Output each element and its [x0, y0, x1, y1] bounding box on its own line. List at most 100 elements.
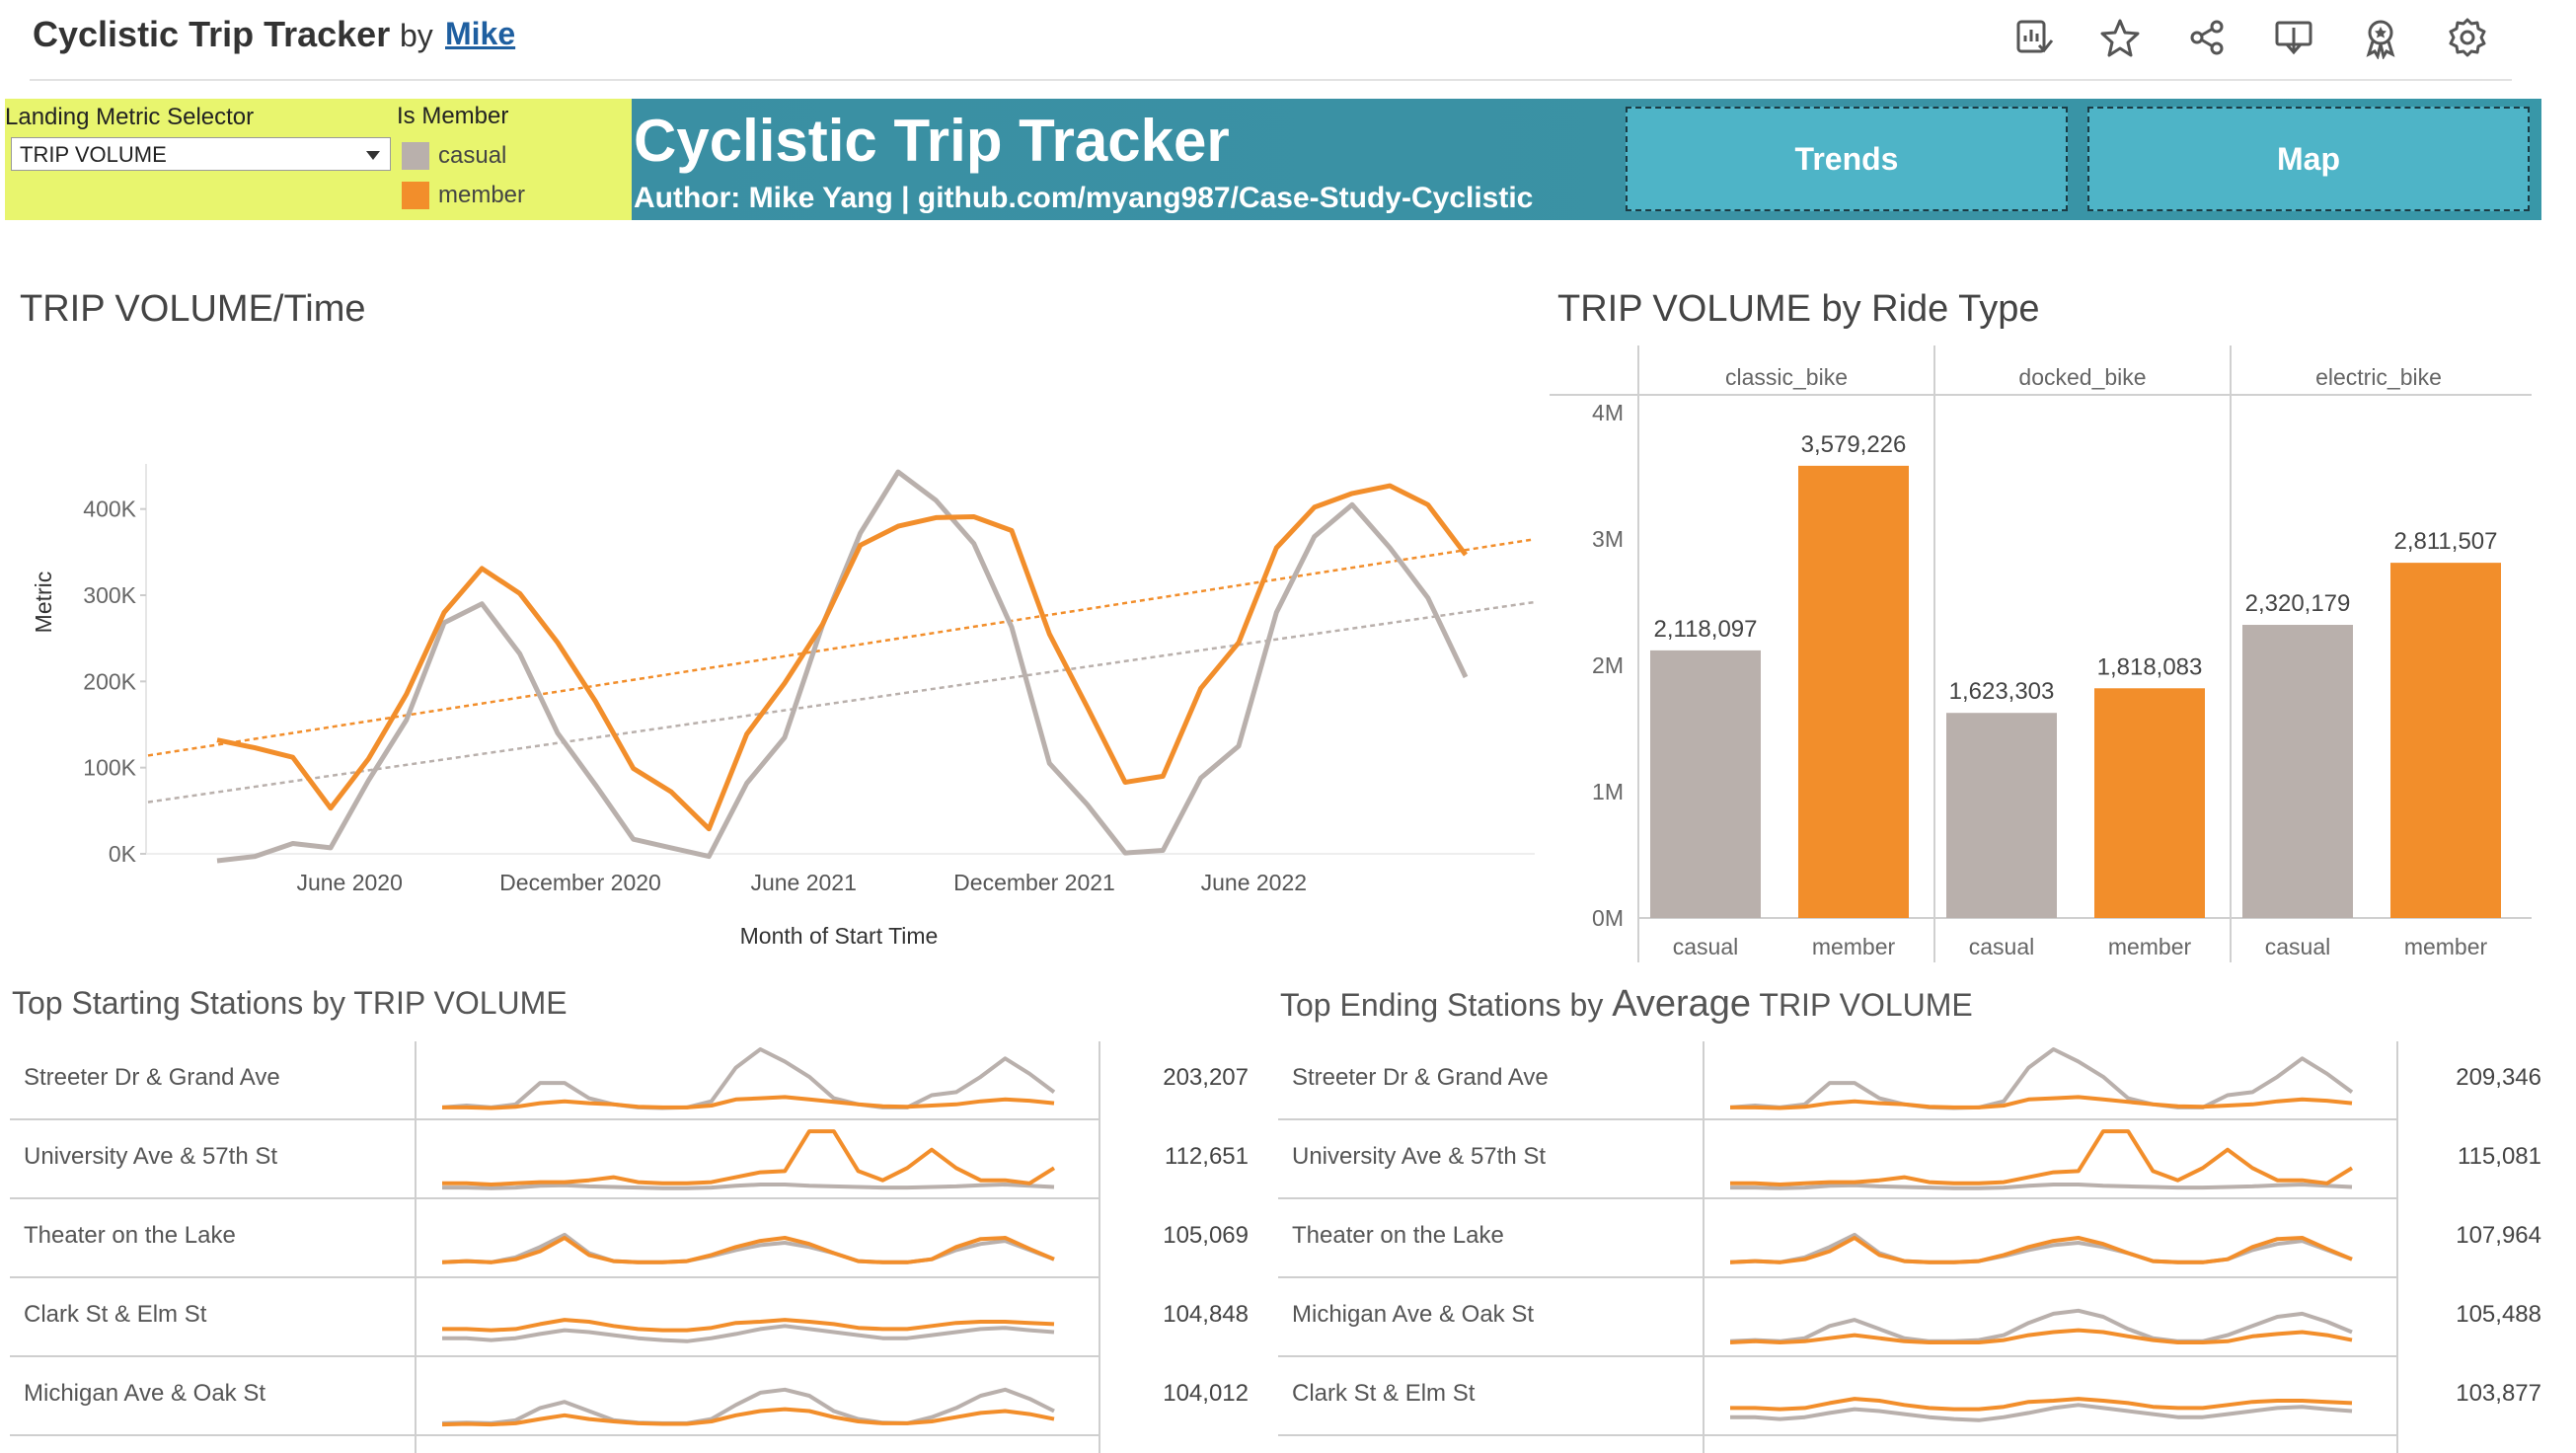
data-guide-icon[interactable]	[2011, 16, 2055, 59]
legend-member-swatch[interactable]	[402, 182, 429, 209]
badge-icon[interactable]	[2359, 16, 2402, 60]
end-title-metric: TRIP VOLUME	[1751, 987, 1973, 1023]
bar-category-label: casual	[1673, 934, 1738, 959]
panel-header-docked_bike: docked_bike	[2018, 364, 2146, 390]
y-tick-label: 100K	[83, 755, 136, 781]
station-name: Michigan Ave & Oak St	[1292, 1301, 1535, 1328]
sparkline-member	[442, 1095, 1055, 1110]
station-sparkline[interactable]	[1730, 1041, 2391, 1120]
author-link[interactable]: Mike	[445, 16, 515, 52]
y-tick-label: 300K	[83, 582, 136, 608]
sparkline-casual	[1730, 1403, 2353, 1422]
bar-category-label: member	[1812, 934, 1896, 959]
x-tick-label: December 2021	[953, 870, 1115, 895]
end-title-prefix: Top Ending Stations by	[1280, 987, 1613, 1023]
line-chart-title: TRIP VOLUME/Time	[20, 288, 366, 330]
sparkline-member	[1730, 1328, 2353, 1344]
station-sparkline[interactable]	[442, 1041, 1094, 1120]
bar-classic_bike-member[interactable]	[1798, 465, 1909, 918]
table-row[interactable]: University Ave & 57th St 112,651	[10, 1120, 1249, 1199]
start-title-prefix: Top Starting Stations by	[12, 985, 354, 1021]
bar-value-label: 3,579,226	[1801, 431, 1907, 458]
station-name: Clark St & Elm St	[24, 1301, 207, 1328]
start-stations-table: Streeter Dr & Grand Ave 203,207 University…	[10, 1041, 1249, 1453]
station-value: 203,207	[1163, 1064, 1249, 1091]
bar-electric_bike-member[interactable]	[2390, 563, 2501, 918]
sparkline-member	[1730, 1397, 2353, 1412]
top-bar: Cyclistic Trip Tracker by Mike	[0, 0, 2576, 81]
station-sparkline[interactable]	[1730, 1199, 2391, 1278]
app-title: Cyclistic Trip Tracker	[33, 14, 391, 54]
station-sparkline[interactable]	[442, 1357, 1094, 1436]
bar-y-tick-label: 1M	[1592, 779, 1624, 804]
station-value: 115,081	[2458, 1143, 2541, 1170]
station-name: University Ave & 57th St	[24, 1143, 278, 1170]
station-value: 103,877	[2456, 1380, 2541, 1407]
ride-type-bar-chart[interactable]: 0M 1M 2M 3M 4M classic_bike 2,118,097 casual 3,5…	[1545, 345, 2541, 967]
bar-electric_bike-casual[interactable]	[2242, 625, 2353, 918]
table-row[interactable]: Streeter Dr & Grand Ave 203,207	[10, 1041, 1249, 1120]
favorite-star-icon[interactable]	[2098, 16, 2142, 59]
station-sparkline[interactable]	[442, 1278, 1094, 1357]
end-title-agg: Average	[1612, 983, 1752, 1025]
bar-y-tick-label: 2M	[1592, 652, 1624, 678]
trip-volume-time-chart[interactable]: 0K 100K 200K 300K 400K Metric June 2020 Decembe…	[0, 336, 1540, 967]
settings-gear-icon[interactable]	[2446, 16, 2489, 59]
legend-casual-label[interactable]: casual	[438, 142, 506, 170]
table-row[interactable]: Michigan Ave & Oak St 104,012	[10, 1357, 1249, 1436]
download-icon[interactable]	[2272, 16, 2315, 59]
bar-docked_bike-casual[interactable]	[1946, 713, 2057, 918]
station-sparkline[interactable]	[442, 1120, 1094, 1199]
sparkline-member	[1730, 1095, 2353, 1110]
metric-selector-dropdown[interactable]: TRIP VOLUME	[11, 137, 391, 171]
chevron-down-icon[interactable]	[366, 151, 380, 160]
sparkline-member	[442, 1318, 1055, 1333]
share-icon[interactable]	[2185, 16, 2229, 59]
table-row[interactable]: Theater on the Lake 105,069	[10, 1199, 1249, 1278]
panel-header-electric_bike: electric_bike	[2315, 364, 2442, 390]
series-line-casual[interactable]	[216, 469, 1469, 864]
metric-selector-value: TRIP VOLUME	[20, 142, 167, 167]
trends-button[interactable]: Trends	[1626, 107, 2068, 211]
row-divider	[1278, 1434, 2396, 1436]
table-row[interactable]: Clark St & Elm St 103,877	[1278, 1357, 2551, 1436]
x-tick-label: June 2020	[296, 870, 402, 895]
filter-panel: Landing Metric Selector TRIP VOLUME Is M…	[5, 99, 632, 220]
table-row[interactable]: Michigan Ave & Oak St 105,488	[1278, 1278, 2551, 1357]
sparkline-member	[442, 1129, 1056, 1186]
end-stations-table: Streeter Dr & Grand Ave 209,346 University…	[1278, 1041, 2551, 1453]
bar-classic_bike-casual[interactable]	[1650, 650, 1761, 918]
banner: Cyclistic Trip Tracker Author: Mike Yang…	[632, 99, 2541, 220]
bar-y-tick-label: 3M	[1592, 526, 1624, 552]
map-button[interactable]: Map	[2087, 107, 2530, 211]
station-name: Theater on the Lake	[24, 1222, 236, 1249]
table-row[interactable]: Theater on the Lake 107,964	[1278, 1199, 2551, 1278]
station-sparkline[interactable]	[1730, 1120, 2391, 1199]
station-sparkline[interactable]	[442, 1199, 1094, 1278]
station-value: 107,964	[2456, 1222, 2541, 1249]
table-row[interactable]: Streeter Dr & Grand Ave 209,346	[1278, 1041, 2551, 1120]
table-row[interactable]: Clark St & Elm St 104,848	[10, 1278, 1249, 1357]
table-row[interactable]: University Ave & 57th St 115,081	[1278, 1120, 2551, 1199]
y-axis-title: Metric	[31, 572, 56, 634]
bar-value-label: 2,118,097	[1654, 616, 1758, 643]
bar-docked_bike-member[interactable]	[2094, 688, 2205, 918]
station-name: Clark St & Elm St	[1292, 1380, 1476, 1407]
bar-y-tick-label: 4M	[1592, 400, 1624, 425]
sparkline-casual	[442, 1183, 1055, 1190]
x-tick-label: June 2022	[1201, 870, 1307, 895]
metric-selector-label: Landing Metric Selector	[5, 104, 255, 130]
series-line-member[interactable]	[216, 483, 1468, 832]
legend-casual-swatch[interactable]	[402, 142, 429, 170]
trend-line-member	[147, 537, 1536, 757]
station-sparkline[interactable]	[1730, 1278, 2391, 1357]
sparkline-member	[1730, 1129, 2354, 1186]
banner-title: Cyclistic Trip Tracker	[634, 108, 1230, 174]
sparkline-casual	[442, 1324, 1055, 1343]
legend-member-label[interactable]: member	[438, 182, 525, 209]
station-sparkline[interactable]	[1730, 1357, 2391, 1436]
station-value: 105,488	[2456, 1301, 2541, 1328]
station-value: 104,012	[1163, 1380, 1249, 1407]
bar-category-label: casual	[1969, 934, 2034, 959]
bar-category-label: member	[2404, 934, 2488, 959]
